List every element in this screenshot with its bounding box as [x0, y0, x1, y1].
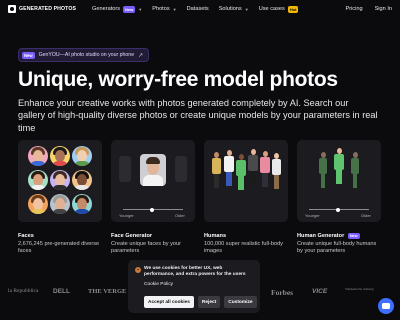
- promo-new-badge: New: [22, 51, 35, 59]
- promo-text: GenYOU—AI photo studio on your phone: [38, 52, 135, 58]
- slider-younger-label: Younger: [119, 213, 134, 218]
- face-generator-card-title: Face Generator: [111, 233, 153, 239]
- human-generator-card-desc: Create unique full-body humans by your p…: [297, 241, 377, 255]
- human-generator-card-title: Human Generator New: [297, 233, 360, 239]
- nav-right: Pricing Sign In: [345, 6, 392, 12]
- menu-use-cases-label: Use cases: [258, 6, 285, 12]
- page-title: Unique, worry-free model photos: [18, 68, 338, 91]
- promo-pill[interactable]: New GenYOU—AI photo studio on your phone…: [18, 48, 150, 62]
- chat-icon[interactable]: [378, 298, 394, 314]
- faces-collage-image: [24, 146, 96, 216]
- cookie-icon: [135, 266, 141, 273]
- face-generator-card-desc: Create unique faces by your parameters: [111, 241, 181, 255]
- faces-card[interactable]: [18, 140, 102, 222]
- human-generator-title-text: Human Generator: [297, 233, 345, 239]
- menu-use-cases[interactable]: Use cases Hot: [258, 5, 299, 13]
- menu-photos[interactable]: Photos ▼: [152, 6, 176, 12]
- hot-badge: Hot: [287, 5, 299, 13]
- cookie-message: We use cookies for better UX, web perfor…: [144, 266, 246, 278]
- brand-logo-icon: [8, 5, 16, 13]
- signin-link[interactable]: Sign In: [375, 6, 392, 12]
- chevron-down-icon: ▼: [244, 6, 249, 12]
- menu-datasets-label: Datasets: [186, 6, 209, 12]
- cookie-banner: We use cookies for better UX, web perfor…: [128, 260, 260, 313]
- press-logo-repubblica: la Repubblica: [8, 288, 39, 294]
- reject-cookies-button[interactable]: Reject: [197, 296, 221, 308]
- faces-card-title: Faces: [18, 233, 34, 239]
- press-logo-forbes: Forbes: [271, 288, 294, 297]
- main-menu: Generators New ▼ Photos ▼ Datasets Solut…: [92, 5, 299, 13]
- menu-solutions[interactable]: Solutions ▼: [219, 6, 249, 12]
- press-logo-sz: Süddeutsche Zeitung: [345, 287, 374, 291]
- humans-card[interactable]: [204, 140, 288, 222]
- humans-card-desc: 100,000 super realistic full-body images: [204, 241, 283, 255]
- age-slider-knob[interactable]: [336, 207, 340, 212]
- new-badge: New: [123, 5, 136, 13]
- face-generator-card[interactable]: Younger Older: [111, 140, 195, 222]
- face-portrait-image: [140, 154, 166, 186]
- humans-card-title: Humans: [204, 233, 227, 239]
- menu-generators-label: Generators: [92, 6, 121, 12]
- chevron-down-icon: ▼: [138, 6, 143, 12]
- brand-logo[interactable]: GENERATED PHOTOS: [8, 5, 76, 13]
- accept-cookies-button[interactable]: Accept all cookies: [144, 296, 194, 308]
- slider-younger-label: Younger: [305, 213, 320, 218]
- face-variant-image: [119, 156, 131, 182]
- age-slider-knob[interactable]: [150, 207, 154, 212]
- pricing-link[interactable]: Pricing: [345, 6, 362, 12]
- cookie-actions: Accept all cookies Reject Customize: [144, 296, 257, 308]
- menu-photos-label: Photos: [152, 6, 170, 12]
- menu-generators[interactable]: Generators New ▼: [92, 5, 143, 13]
- slider-older-label: Older: [175, 213, 185, 218]
- top-nav: GENERATED PHOTOS Generators New ▼ Photos…: [0, 0, 400, 18]
- hero-subtitle: Enhance your creative works with photos …: [18, 98, 378, 133]
- human-generator-card[interactable]: Younger Older: [297, 140, 381, 222]
- press-logo-dell: DELL: [53, 288, 70, 295]
- external-arrow-icon: ↗: [138, 52, 144, 59]
- new-badge: New: [347, 233, 360, 239]
- cookie-policy-link[interactable]: Cookie Policy: [144, 282, 253, 287]
- customize-cookies-button[interactable]: Customize: [224, 296, 257, 308]
- menu-solutions-label: Solutions: [218, 6, 242, 12]
- press-logo-vice: VICE: [312, 288, 328, 295]
- chevron-down-icon: ▼: [172, 6, 177, 12]
- menu-datasets[interactable]: Datasets: [187, 6, 209, 12]
- press-logo-verge: THE VERGE: [88, 288, 127, 295]
- brand-name: GENERATED PHOTOS: [19, 6, 77, 12]
- faces-card-desc: 2,676,245 pre-generated diverse faces: [18, 241, 100, 255]
- slider-older-label: Older: [361, 213, 371, 218]
- face-variant-image: [175, 156, 187, 182]
